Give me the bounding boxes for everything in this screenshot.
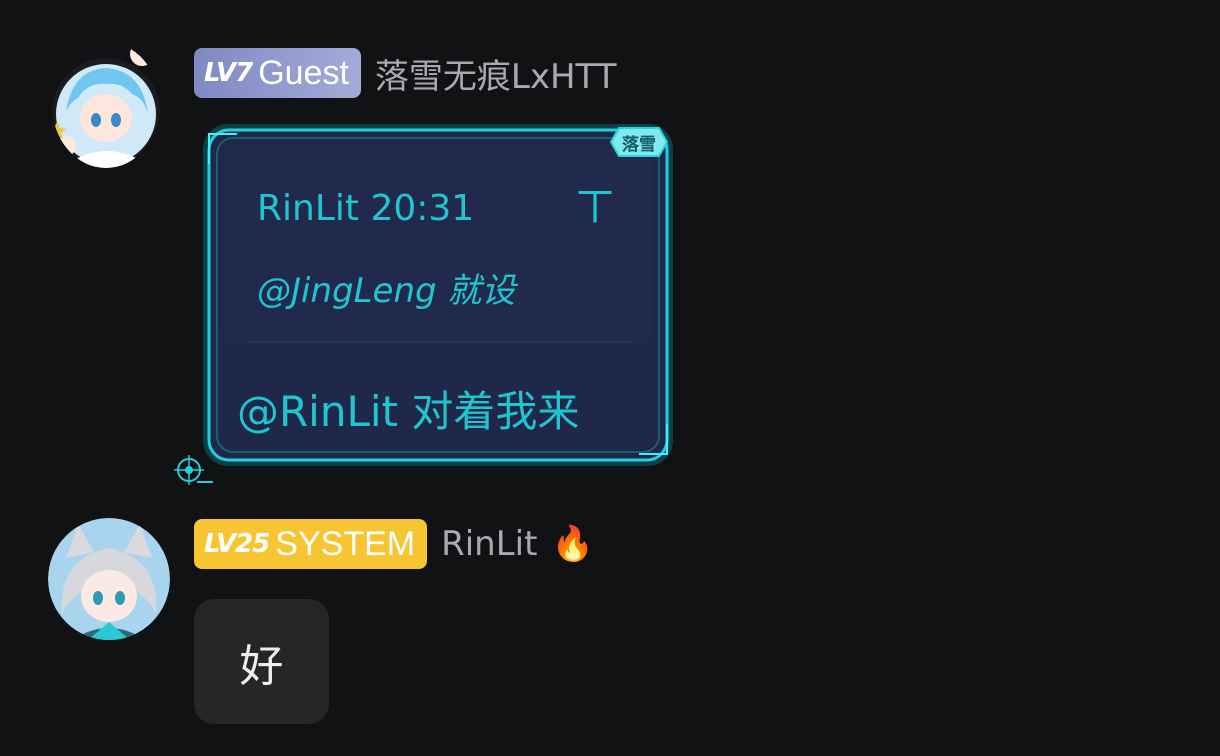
reply-text: @RinLit 对着我来	[237, 387, 579, 436]
badge-level: LV25	[204, 529, 270, 559]
message-header: LV7 Guest 落雪无痕LxHTT	[194, 48, 617, 98]
quote-jump-icon[interactable]: ㄒ	[575, 184, 615, 230]
message-text: 好	[239, 640, 284, 692]
badge-role: SYSTEM	[275, 524, 416, 563]
message-header: LV25 SYSTEM RinLit 🔥	[194, 519, 594, 569]
avatar-guest[interactable]	[52, 42, 160, 168]
bubble-tag: 落雪	[609, 126, 669, 158]
level-badge: LV25 SYSTEM	[194, 519, 428, 569]
badge-role: Guest	[258, 53, 349, 92]
fire-icon: 🔥	[551, 524, 594, 564]
bubble-tag-text: 落雪	[622, 135, 656, 155]
level-badge: LV7 Guest	[194, 48, 361, 98]
avatar-system[interactable]	[48, 518, 170, 640]
badge-level: LV7	[204, 58, 253, 88]
reply-bubble[interactable]: RinLit 20:31 ㄒ @JingLeng 就设 @RinLit 对着我来…	[174, 124, 673, 485]
crosshair-icon	[174, 455, 213, 485]
avatar-image	[48, 518, 170, 640]
quote-author-time: RinLit 20:31	[257, 188, 474, 229]
username[interactable]: RinLit	[441, 524, 537, 564]
avatar-image	[52, 42, 160, 168]
username[interactable]: 落雪无痕LxHTT	[375, 49, 617, 98]
quote-text: @JingLeng 就设	[257, 271, 518, 311]
message-bubble[interactable]: 好	[194, 599, 329, 724]
